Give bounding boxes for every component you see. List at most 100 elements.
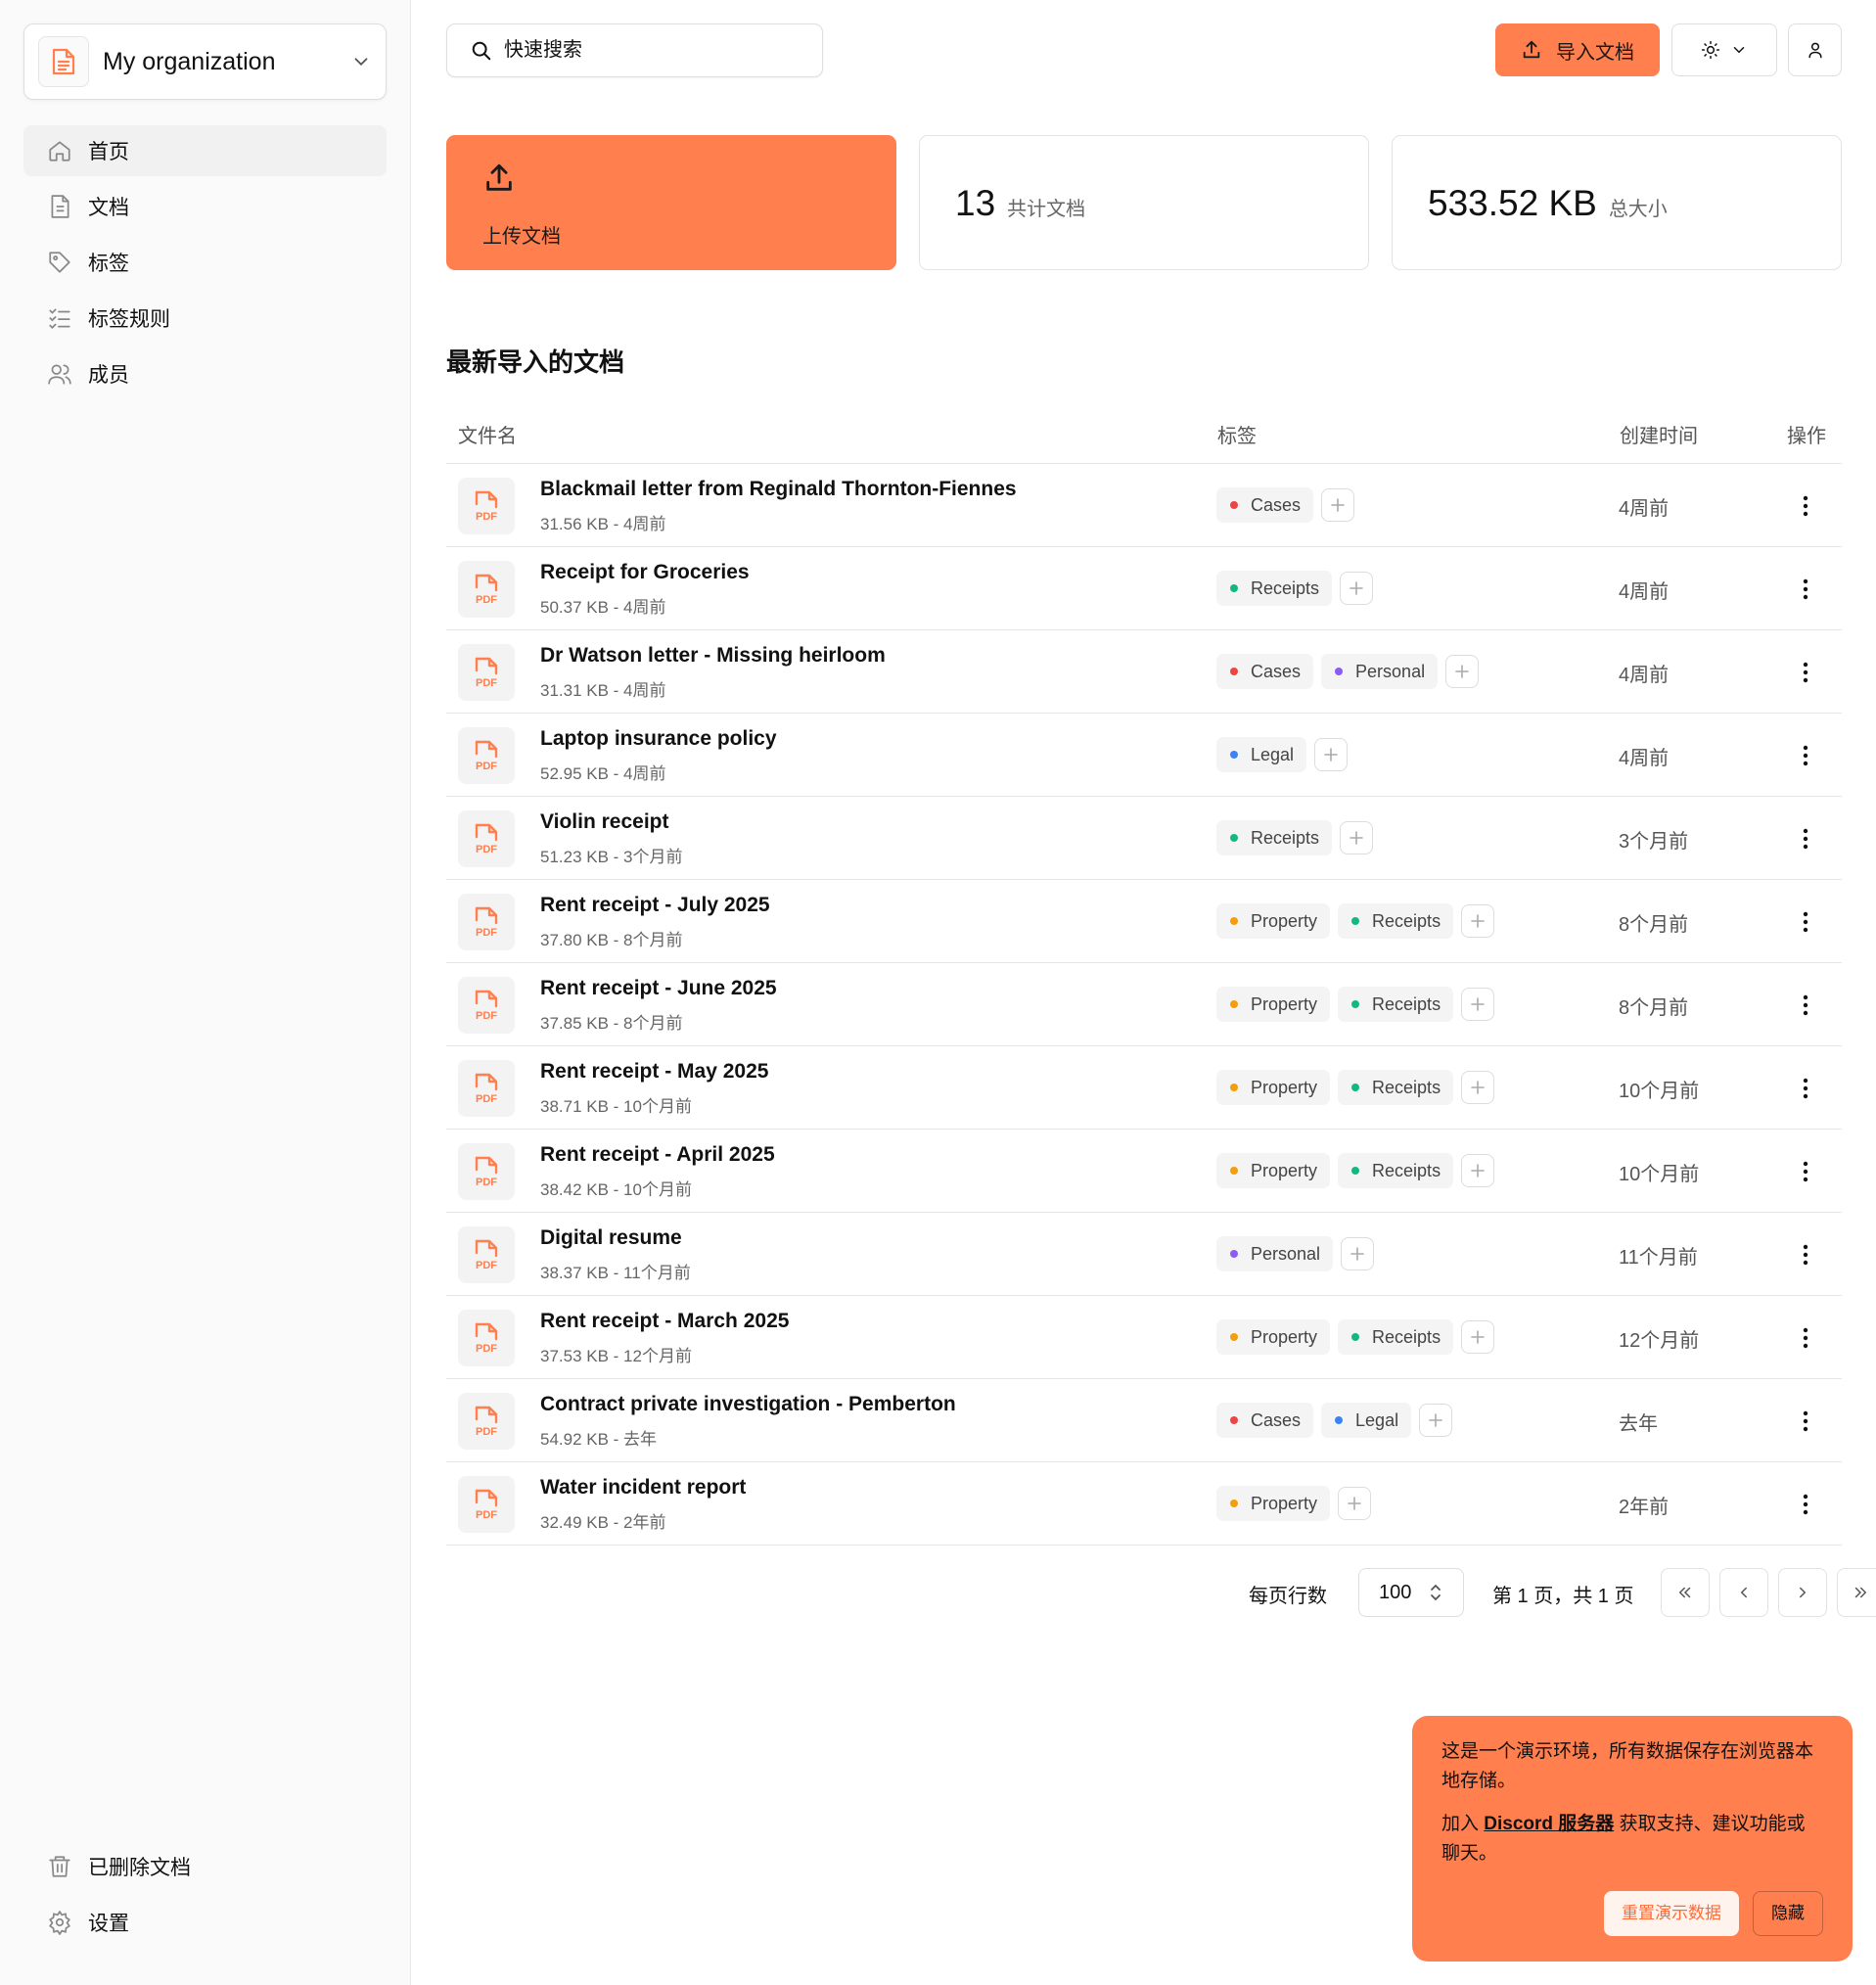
tag-chip[interactable]: Personal (1216, 1236, 1334, 1271)
tag-chip[interactable]: Legal (1216, 737, 1307, 772)
search-input[interactable] (504, 39, 798, 62)
table-row[interactable]: PDF Rent receipt - April 2025 38.42 KB - 1… (446, 1130, 1842, 1213)
pdf-thumbnail[interactable]: PDF (458, 1060, 515, 1117)
tag-chip[interactable]: Property (1216, 1153, 1331, 1188)
add-tag-button[interactable] (1321, 488, 1355, 522)
add-tag-button[interactable] (1461, 904, 1495, 938)
column-header-name[interactable]: 文件名 (458, 420, 517, 448)
row-actions-button[interactable] (1791, 1074, 1820, 1103)
previous-page-button[interactable] (1719, 1568, 1768, 1617)
tag-chip[interactable]: Legal (1321, 1403, 1412, 1438)
tag-chip[interactable]: Receipts (1338, 1153, 1454, 1188)
row-actions-button[interactable] (1791, 575, 1820, 604)
row-actions-button[interactable] (1791, 824, 1820, 854)
sidebar-item-deleted[interactable]: 已删除文档 (23, 1841, 387, 1892)
tag-chip[interactable]: Receipts (1338, 903, 1454, 939)
reset-demo-data-button[interactable]: 重置演示数据 (1604, 1891, 1739, 1936)
add-tag-button[interactable] (1340, 821, 1374, 854)
tag-chip[interactable]: Receipts (1338, 1070, 1454, 1105)
row-actions-button[interactable] (1791, 1157, 1820, 1186)
tag-chip[interactable]: Receipts (1338, 987, 1454, 1022)
table-row[interactable]: PDF Violin receipt 51.23 KB - 3个月前 Receipts… (446, 797, 1842, 880)
document-title[interactable]: Rent receipt - June 2025 (540, 977, 777, 1000)
first-page-button[interactable] (1661, 1568, 1710, 1617)
tag-chip[interactable]: Personal (1321, 654, 1439, 689)
document-title[interactable]: Rent receipt - March 2025 (540, 1310, 789, 1333)
pdf-thumbnail[interactable]: PDF (458, 1310, 515, 1366)
document-title[interactable]: Contract private investigation - Pembert… (540, 1393, 956, 1416)
add-tag-button[interactable] (1341, 1237, 1375, 1270)
tag-chip[interactable]: Property (1216, 1319, 1331, 1355)
sidebar-item-settings[interactable]: 设置 (23, 1897, 387, 1948)
add-tag-button[interactable] (1461, 1154, 1495, 1187)
add-tag-button[interactable] (1314, 738, 1349, 771)
table-row[interactable]: PDF Receipt for Groceries 50.37 KB - 4周前 Re… (446, 547, 1842, 630)
tag-chip[interactable]: Receipts (1338, 1319, 1454, 1355)
last-page-button[interactable] (1837, 1568, 1876, 1617)
sidebar-item-tag-rules[interactable]: 标签规则 (23, 293, 387, 344)
row-actions-button[interactable] (1791, 491, 1820, 521)
document-title[interactable]: Violin receipt (540, 810, 669, 834)
table-row[interactable]: PDF Blackmail letter from Reginald Thornt… (446, 464, 1842, 547)
table-row[interactable]: PDF Rent receipt - March 2025 37.53 KB - 1… (446, 1296, 1842, 1379)
pdf-thumbnail[interactable]: PDF (458, 1393, 515, 1450)
pdf-thumbnail[interactable]: PDF (458, 727, 515, 784)
pdf-thumbnail[interactable]: PDF (458, 894, 515, 950)
table-row[interactable]: PDF Water incident report 32.49 KB - 2年前 Pr… (446, 1462, 1842, 1546)
tag-chip[interactable]: Receipts (1216, 571, 1333, 606)
document-title[interactable]: Dr Watson letter - Missing heirloom (540, 644, 886, 668)
row-actions-button[interactable] (1791, 1490, 1820, 1519)
upload-document-card[interactable]: 上传文档 (446, 135, 896, 270)
pdf-thumbnail[interactable]: PDF (458, 644, 515, 701)
add-tag-button[interactable] (1445, 655, 1480, 688)
column-header-created[interactable]: 创建时间 (1620, 420, 1698, 448)
table-row[interactable]: PDF Rent receipt - June 2025 37.85 KB - 8个… (446, 963, 1842, 1046)
row-actions-button[interactable] (1791, 1407, 1820, 1436)
rows-per-page-select[interactable]: 100 (1358, 1568, 1464, 1617)
pdf-thumbnail[interactable]: PDF (458, 1143, 515, 1200)
document-title[interactable]: Rent receipt - July 2025 (540, 894, 770, 917)
tag-chip[interactable]: Property (1216, 1070, 1331, 1105)
sidebar-item-home[interactable]: 首页 (23, 125, 387, 176)
document-title[interactable]: Laptop insurance policy (540, 727, 777, 751)
pdf-thumbnail[interactable]: PDF (458, 1226, 515, 1283)
hide-notice-button[interactable]: 隐藏 (1753, 1891, 1823, 1936)
add-tag-button[interactable] (1340, 572, 1374, 605)
document-title[interactable]: Digital resume (540, 1226, 682, 1250)
document-title[interactable]: Blackmail letter from Reginald Thornton-… (540, 478, 1017, 501)
tag-chip[interactable]: Property (1216, 903, 1331, 939)
pdf-thumbnail[interactable]: PDF (458, 1476, 515, 1533)
add-tag-button[interactable] (1338, 1487, 1372, 1520)
row-actions-button[interactable] (1791, 991, 1820, 1020)
tag-chip[interactable]: Property (1216, 1486, 1331, 1521)
discord-link[interactable]: Discord 服务器 (1484, 1814, 1614, 1834)
table-row[interactable]: PDF Contract private investigation - Pemb… (446, 1379, 1842, 1462)
table-row[interactable]: PDF Rent receipt - May 2025 38.71 KB - 10个… (446, 1046, 1842, 1130)
pdf-thumbnail[interactable]: PDF (458, 810, 515, 867)
pdf-thumbnail[interactable]: PDF (458, 977, 515, 1034)
row-actions-button[interactable] (1791, 907, 1820, 937)
pdf-thumbnail[interactable]: PDF (458, 561, 515, 618)
search-box[interactable] (446, 23, 823, 77)
row-actions-button[interactable] (1791, 741, 1820, 770)
sidebar-item-tags[interactable]: 标签 (23, 237, 387, 288)
document-title[interactable]: Receipt for Groceries (540, 561, 750, 584)
next-page-button[interactable] (1778, 1568, 1827, 1617)
table-row[interactable]: PDF Digital resume 38.37 KB - 11个月前 Persona… (446, 1213, 1842, 1296)
add-tag-button[interactable] (1461, 1320, 1495, 1354)
table-row[interactable]: PDF Dr Watson letter - Missing heirloom 31… (446, 630, 1842, 714)
document-title[interactable]: Rent receipt - April 2025 (540, 1143, 775, 1167)
table-row[interactable]: PDF Rent receipt - July 2025 37.80 KB - 8个… (446, 880, 1842, 963)
document-title[interactable]: Water incident report (540, 1476, 746, 1500)
table-row[interactable]: PDF Laptop insurance policy 52.95 KB - 4周前… (446, 714, 1842, 797)
tag-chip[interactable]: Cases (1216, 487, 1314, 523)
add-tag-button[interactable] (1461, 988, 1495, 1021)
pdf-thumbnail[interactable]: PDF (458, 478, 515, 534)
tag-chip[interactable]: Cases (1216, 654, 1314, 689)
add-tag-button[interactable] (1419, 1404, 1453, 1437)
row-actions-button[interactable] (1791, 658, 1820, 687)
tag-chip[interactable]: Receipts (1216, 820, 1333, 855)
sidebar-item-documents[interactable]: 文档 (23, 181, 387, 232)
import-document-button[interactable]: 导入文档 (1495, 23, 1660, 76)
tag-chip[interactable]: Property (1216, 987, 1331, 1022)
